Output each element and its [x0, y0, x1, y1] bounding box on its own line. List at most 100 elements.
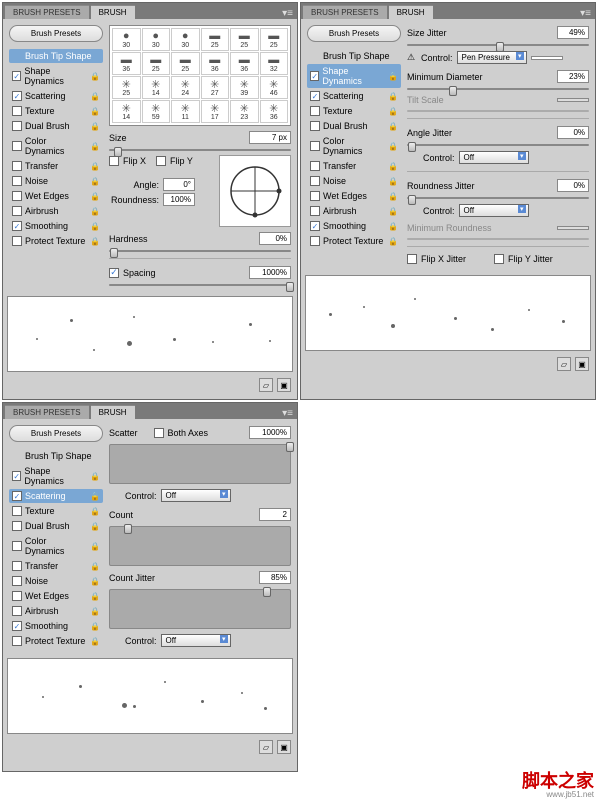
- both-axes-checkbox[interactable]: [154, 428, 164, 438]
- sidebar-item-dual[interactable]: Dual Brush🔒: [9, 119, 103, 133]
- flipy-checkbox[interactable]: [156, 156, 166, 166]
- flipxj-checkbox[interactable]: [407, 254, 417, 264]
- checkbox-icon[interactable]: [310, 121, 320, 131]
- sidebar-item-tex[interactable]: Texture🔒: [9, 104, 103, 118]
- checkbox-icon[interactable]: [12, 106, 22, 116]
- count-jitter-value[interactable]: 85%: [259, 571, 291, 584]
- checkbox-icon[interactable]: [310, 161, 320, 171]
- control-dropdown[interactable]: Pen Pressure: [457, 51, 527, 64]
- brush-swatch[interactable]: ✳25: [112, 76, 141, 99]
- hardness-slider[interactable]: [109, 250, 291, 252]
- control-extra[interactable]: [531, 56, 563, 60]
- sidebar-item-smooth[interactable]: ✓Smoothing🔒: [9, 219, 103, 233]
- roundness-value[interactable]: 100%: [163, 193, 195, 206]
- sidebar-item-dual[interactable]: Dual Brush🔒: [307, 119, 401, 133]
- sidebar-item-tex[interactable]: Texture🔒: [307, 104, 401, 118]
- brush-swatch[interactable]: ▬25: [230, 28, 259, 51]
- checkbox-icon[interactable]: [12, 141, 22, 151]
- sidebar-item-col[interactable]: Color Dynamics🔒: [307, 134, 401, 158]
- checkbox-icon[interactable]: [310, 141, 320, 151]
- checkbox-icon[interactable]: [310, 236, 320, 246]
- checkbox-icon[interactable]: ✓: [12, 91, 22, 101]
- tab-brush[interactable]: BRUSH: [389, 5, 433, 19]
- sidebar-item-col[interactable]: Color Dynamics🔒: [9, 134, 103, 158]
- sidebar-item-prot[interactable]: Protect Texture🔒: [9, 634, 103, 648]
- checkbox-icon[interactable]: [12, 206, 22, 216]
- round-jitter-value[interactable]: 0%: [557, 179, 589, 192]
- doc-icon[interactable]: ▣: [575, 357, 589, 371]
- control2-dropdown[interactable]: Off: [459, 151, 529, 164]
- checkbox-icon[interactable]: ✓: [12, 621, 22, 631]
- checkbox-icon[interactable]: [12, 161, 22, 171]
- sidebar-item-wet[interactable]: Wet Edges🔒: [307, 189, 401, 203]
- doc-icon[interactable]: ▣: [277, 378, 291, 392]
- sidebar-item-prot[interactable]: Protect Texture🔒: [307, 234, 401, 248]
- sidebar-item-tran[interactable]: Transfer🔒: [9, 159, 103, 173]
- checkbox-icon[interactable]: [12, 606, 22, 616]
- brush-swatch[interactable]: ✳46: [260, 76, 289, 99]
- sidebar-item-scat[interactable]: ✓Scattering🔒: [9, 89, 103, 103]
- tab-presets[interactable]: BRUSH PRESETS: [5, 5, 89, 19]
- sidebar-item-wet[interactable]: Wet Edges🔒: [9, 589, 103, 603]
- brush-swatch[interactable]: ▬36: [112, 52, 141, 75]
- checkbox-icon[interactable]: [310, 191, 320, 201]
- brush-swatch[interactable]: ✳14: [112, 100, 141, 123]
- count-control-dropdown[interactable]: Off: [161, 634, 231, 647]
- count-value[interactable]: 2: [259, 508, 291, 521]
- size-jitter-value[interactable]: 49%: [557, 26, 589, 39]
- checkbox-icon[interactable]: ✓: [310, 71, 319, 81]
- checkbox-icon[interactable]: [12, 541, 22, 551]
- angle-widget[interactable]: [219, 155, 291, 227]
- checkbox-icon[interactable]: [310, 106, 320, 116]
- sidebar-item-smooth[interactable]: ✓Smoothing🔒: [9, 619, 103, 633]
- tab-brush[interactable]: BRUSH: [91, 5, 135, 19]
- checkbox-icon[interactable]: ✓: [310, 221, 320, 231]
- flipyj-checkbox[interactable]: [494, 254, 504, 264]
- size-jitter-slider[interactable]: [407, 44, 589, 46]
- angle-jitter-value[interactable]: 0%: [557, 126, 589, 139]
- doc-icon[interactable]: ▣: [277, 740, 291, 754]
- checkbox-icon[interactable]: [12, 636, 22, 646]
- checkbox-icon[interactable]: ✓: [12, 221, 22, 231]
- sidebar-item-air[interactable]: Airbrush🔒: [9, 604, 103, 618]
- checkbox-icon[interactable]: [12, 176, 22, 186]
- brush-presets-button[interactable]: Brush Presets: [9, 425, 103, 442]
- spacing-checkbox[interactable]: ✓: [109, 268, 119, 278]
- checkbox-icon[interactable]: ✓: [12, 71, 21, 81]
- tab-brush[interactable]: BRUSH: [91, 405, 135, 419]
- checkbox-icon[interactable]: [12, 591, 22, 601]
- sidebar-item-tip[interactable]: Brush Tip Shape: [307, 49, 401, 63]
- checkbox-icon[interactable]: [12, 236, 22, 246]
- checkbox-icon[interactable]: ✓: [310, 91, 320, 101]
- brush-swatch[interactable]: ●30: [171, 28, 200, 51]
- sidebar-item-prot[interactable]: Protect Texture🔒: [9, 234, 103, 248]
- sidebar-item-smooth[interactable]: ✓Smoothing🔒: [307, 219, 401, 233]
- brush-swatch[interactable]: ✳27: [201, 76, 230, 99]
- checkbox-icon[interactable]: [12, 191, 22, 201]
- panel-menu-icon[interactable]: ▾≡: [278, 8, 297, 19]
- spacing-value[interactable]: 1000%: [249, 266, 291, 279]
- brush-swatch[interactable]: ✳23: [230, 100, 259, 123]
- checkbox-icon[interactable]: [12, 506, 22, 516]
- angle-jitter-slider[interactable]: [407, 144, 589, 146]
- checkbox-icon[interactable]: [12, 521, 22, 531]
- brush-swatch[interactable]: ✳14: [142, 76, 171, 99]
- brush-swatch[interactable]: ●30: [142, 28, 171, 51]
- checkbox-icon[interactable]: ✓: [12, 471, 21, 481]
- angle-value[interactable]: 0°: [163, 178, 195, 191]
- brush-swatch[interactable]: ▬25: [201, 28, 230, 51]
- scatter-slider[interactable]: [109, 444, 291, 484]
- sidebar-item-scat[interactable]: ✓Scattering🔒: [9, 489, 103, 503]
- brush-swatch[interactable]: ✳39: [230, 76, 259, 99]
- brush-swatch[interactable]: ✳11: [171, 100, 200, 123]
- checkbox-icon[interactable]: [12, 576, 22, 586]
- sidebar-item-noise[interactable]: Noise🔒: [307, 174, 401, 188]
- checkbox-icon[interactable]: [12, 561, 22, 571]
- sidebar-item-col[interactable]: Color Dynamics🔒: [9, 534, 103, 558]
- brush-swatch[interactable]: ✳59: [142, 100, 171, 123]
- checkbox-icon[interactable]: [310, 176, 320, 186]
- tab-presets[interactable]: BRUSH PRESETS: [303, 5, 387, 19]
- brush-swatch[interactable]: ✳24: [171, 76, 200, 99]
- sidebar-item-air[interactable]: Airbrush🔒: [307, 204, 401, 218]
- sidebar-item-dyn[interactable]: ✓Shape Dynamics🔒: [9, 64, 103, 88]
